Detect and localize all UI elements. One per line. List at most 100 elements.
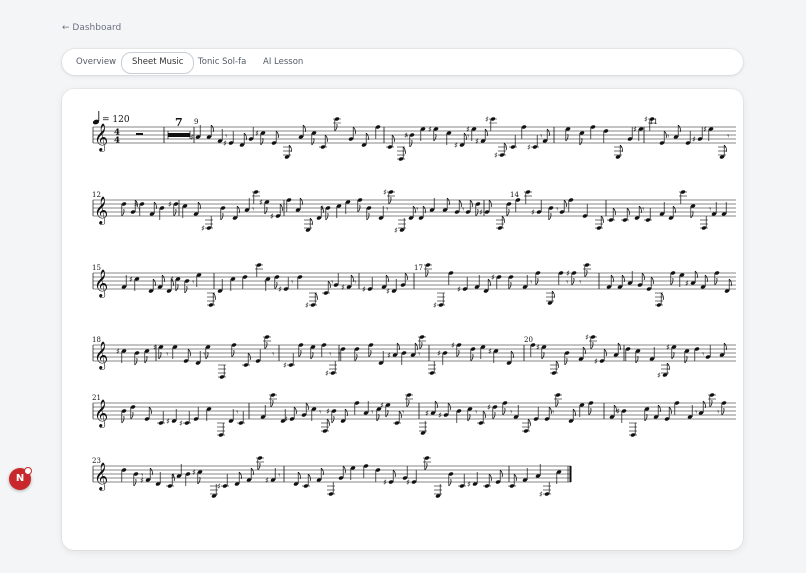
sharp-accidental: ♯ [433,301,437,310]
eighth-rest: 𝄾 [579,278,582,288]
sharp-accidental: ♯ [475,137,479,146]
tab-ai-lesson[interactable]: AI Lesson [253,52,313,72]
eighth-rest: 𝄾 [278,471,281,481]
sharp-accidental: ♯ [179,419,183,428]
sharp-accidental: ♯ [457,285,461,294]
sharp-accidental: ♯ [166,417,170,426]
multimeasure-rest [168,133,190,137]
sharp-accidental: ♯ [404,131,408,140]
sharp-accidental: ♯ [485,115,489,124]
sharp-accidental: ♯ [326,407,330,416]
eighth-rest: 𝄾 [510,408,513,418]
sheet-music-score: = 120 𝄞 447 9 11♯ 𝄾♯♯ 𝄾♯♯♯𝄾♯♯♯♯♯𝄾♯♯𝄾 ♯♯𝄾𝄞12 14𝄾… [92,111,736,499]
measure-number: 12 [92,191,101,199]
eighth-rest: 𝄾 [416,205,419,215]
sharp-accidental: ♯ [190,133,194,142]
eighth-rest: 𝄾 [329,350,332,360]
sharp-accidental: ♯ [488,347,492,356]
sharp-accidental: ♯ [387,351,391,360]
eighth-rest: 𝄾 [566,278,569,288]
measure-number: 14 [510,191,519,199]
back-to-dashboard-link[interactable]: ← Dashboard [62,23,121,33]
sharp-accidental: ♯ [494,151,498,160]
sharp-accidental: ♯ [692,135,696,144]
sharp-accidental: ♯ [454,141,458,150]
sharp-accidental: ♯ [394,226,398,235]
sharp-accidental: ♯ [425,409,429,418]
eighth-rest: 𝄾 [695,408,698,418]
user-avatar-button[interactable]: N [9,467,32,490]
eighth-rest: 𝄾 [462,205,465,215]
sharp-accidental: ♯ [536,343,540,352]
sharp-accidental: ♯ [466,125,470,134]
sharp-accidental: ♯ [217,482,221,491]
measure-number: 21 [92,394,101,402]
sharp-accidental: ♯ [467,480,471,489]
time-signature-bottom: 4 [114,136,120,146]
sharp-accidental: ♯ [451,341,455,350]
treble-clef: 𝄞 [94,196,108,225]
eighth-rest: 𝄾 [418,350,421,360]
treble-clef: 𝄞 [94,462,108,491]
sharp-accidental: ♯ [383,188,387,197]
staff-system: 𝄞 447 9 11♯ 𝄾♯♯ 𝄾♯♯♯𝄾♯♯♯♯♯𝄾♯♯𝄾 ♯♯𝄾 [92,115,736,161]
sharp-accidental: ♯ [703,125,707,134]
measure-number: 18 [92,336,101,344]
notification-dot [24,467,32,475]
sharp-accidental: ♯ [527,143,531,152]
sharp-accidental: ♯ [616,407,620,416]
measure-number: 17 [414,264,423,272]
eighth-rest: 𝄾 [717,408,720,418]
eighth-rest: 𝄾 [540,132,543,142]
eighth-rest: 𝄾 [252,205,255,215]
sharp-accidental: ♯ [531,208,535,217]
eighth-rest: 𝄾 [727,132,730,142]
sharp-accidental: ♯ [325,369,329,378]
sharp-accidental: ♯ [479,208,483,217]
sharp-accidental: ♯ [594,357,598,366]
eighth-rest: 𝄾 [475,408,478,418]
sharp-accidental: ♯ [171,472,175,481]
sharp-accidental: ♯ [437,349,441,358]
tab-tonic-sol-fa[interactable]: Tonic Sol-fa [188,52,256,72]
sharp-accidental: ♯ [380,401,384,410]
sharp-accidental: ♯ [265,476,269,485]
tab-bar: Overview Sheet Music Tonic Sol-fa AI Les… [62,49,743,75]
eighth-rest: 𝄾 [556,205,559,215]
staff-system: 𝄞21 ♯ ♯ 𝄾 ♯ 𝄾 ♯ 𝄾 ♯ 𝄾 ♯ ♯ 𝄾 ♯ 𝄾 𝄾 ♯ 𝄾 𝄾 [92,393,736,437]
sharp-accidental: ♯ [657,371,661,380]
treble-clef: 𝄞 [94,123,108,152]
eighth-rest: 𝄾 [371,408,374,418]
sharp-accidental: ♯ [566,269,570,278]
eighth-rest: 𝄾 [319,408,322,418]
sharp-accidental: ♯ [685,279,689,288]
sharp-accidental: ♯ [153,343,157,352]
eighth-rest: 𝄾 [642,205,645,215]
sharp-accidental: ♯ [259,198,263,207]
sharp-accidental: ♯ [255,129,259,138]
sharp-accidental: ♯ [201,224,205,233]
eighth-rest: 𝄾 [402,408,405,418]
sharp-accidental: ♯ [320,204,324,213]
sharp-accidental: ♯ [278,285,282,294]
eighth-rest: 𝄾 [331,278,334,288]
sharp-accidental: ♯ [539,490,543,499]
treble-clef: 𝄞 [94,269,108,298]
eighth-rest: 𝄾 [192,278,195,288]
eighth-rest: 𝄾 [530,278,533,288]
tab-sheet-music[interactable]: Sheet Music [121,52,195,74]
sharp-accidental: ♯ [140,476,144,485]
eighth-rest: 𝄾 [166,350,169,360]
eighth-rest: 𝄾 [236,408,239,418]
treble-clef: 𝄞 [94,399,108,428]
sharp-accidental: ♯ [383,478,387,487]
sharp-accidental: ♯ [270,212,274,221]
eighth-rest: 𝄾 [702,350,705,360]
measure-number: 20 [524,336,533,344]
sharp-accidental: ♯ [192,468,196,477]
tab-overview[interactable]: Overview [66,52,126,72]
avatar-initial: N [15,473,25,484]
treble-clef: 𝄞 [94,341,108,370]
sharp-accidental: ♯ [284,415,288,424]
sheet-music-card: = 120 𝄞 4 4 7 9 11 ♯ 𝄾 ♯ ♯ 𝄾 ♯ ♯ ♯ 𝄾 ♯ ♯ ♯ ♯ ♯ 𝄾 ♯ ♯ 𝄾 ♯ ♯ 𝄾 𝄞 12 14 𝄾… [62,89,743,550]
